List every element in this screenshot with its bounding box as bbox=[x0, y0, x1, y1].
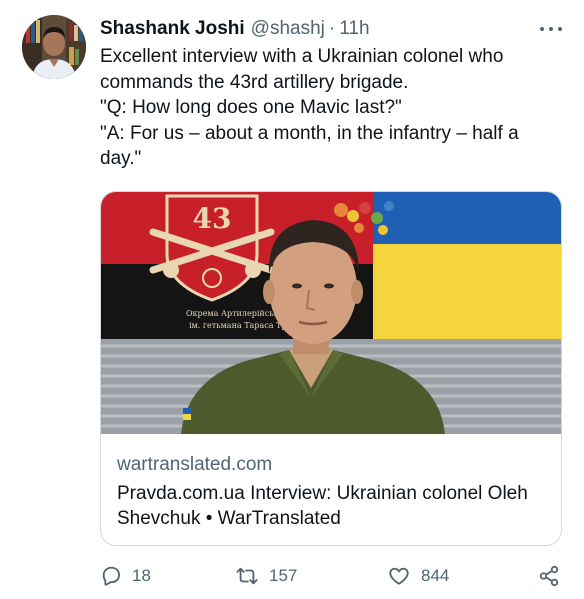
tweet-text-line: Excellent interview with a Ukrainian col… bbox=[100, 46, 509, 93]
tweet-text-line: "Q: How long does one Mavic last?" bbox=[100, 97, 402, 118]
link-card[interactable]: 43 Окрема Артилерійська Бригада ім. геть… bbox=[100, 191, 562, 546]
card-domain: wartranslated.com bbox=[117, 454, 273, 475]
share-icon bbox=[539, 565, 559, 587]
card-title: Pravda.com.ua Interview: Ukrainian colon… bbox=[117, 483, 528, 529]
retweet-icon bbox=[236, 567, 258, 585]
heart-icon bbox=[389, 567, 409, 585]
flag-number: 43 bbox=[193, 202, 232, 235]
retweet-count: 157 bbox=[269, 566, 298, 585]
tweet-actions: 18 157 844 bbox=[100, 562, 562, 590]
reply-count: 18 bbox=[132, 566, 151, 585]
tweet[interactable]: Shashank Joshi @shashj · 11h Excellent i… bbox=[0, 0, 584, 599]
avatar-image bbox=[22, 15, 86, 79]
timestamp[interactable]: 11h bbox=[339, 18, 369, 40]
separator-dot: · bbox=[328, 18, 336, 39]
tweet-text-line: "A: For us – about a month, in the infan… bbox=[100, 122, 524, 170]
card-image[interactable]: 43 Окрема Артилерійська Бригада ім. геть… bbox=[101, 192, 561, 434]
reply-icon bbox=[102, 566, 120, 586]
share-button[interactable] bbox=[538, 562, 560, 590]
tweet-text: Excellent interview with a Ukrainian col… bbox=[100, 44, 562, 172]
card-photo: 43 Окрема Артилерійська Бригада ім. геть… bbox=[101, 192, 561, 434]
avatar[interactable] bbox=[22, 15, 86, 79]
like-count: 844 bbox=[421, 566, 450, 585]
user-handle[interactable]: @shashj bbox=[251, 18, 325, 40]
more-options-icon[interactable] bbox=[540, 20, 562, 38]
reply-button[interactable]: 18 bbox=[100, 562, 151, 590]
display-name[interactable]: Shashank Joshi bbox=[100, 18, 245, 40]
retweet-button[interactable]: 157 bbox=[235, 562, 297, 590]
like-button[interactable]: 844 bbox=[387, 562, 449, 590]
tweet-header: Shashank Joshi @shashj · 11h bbox=[100, 16, 370, 42]
